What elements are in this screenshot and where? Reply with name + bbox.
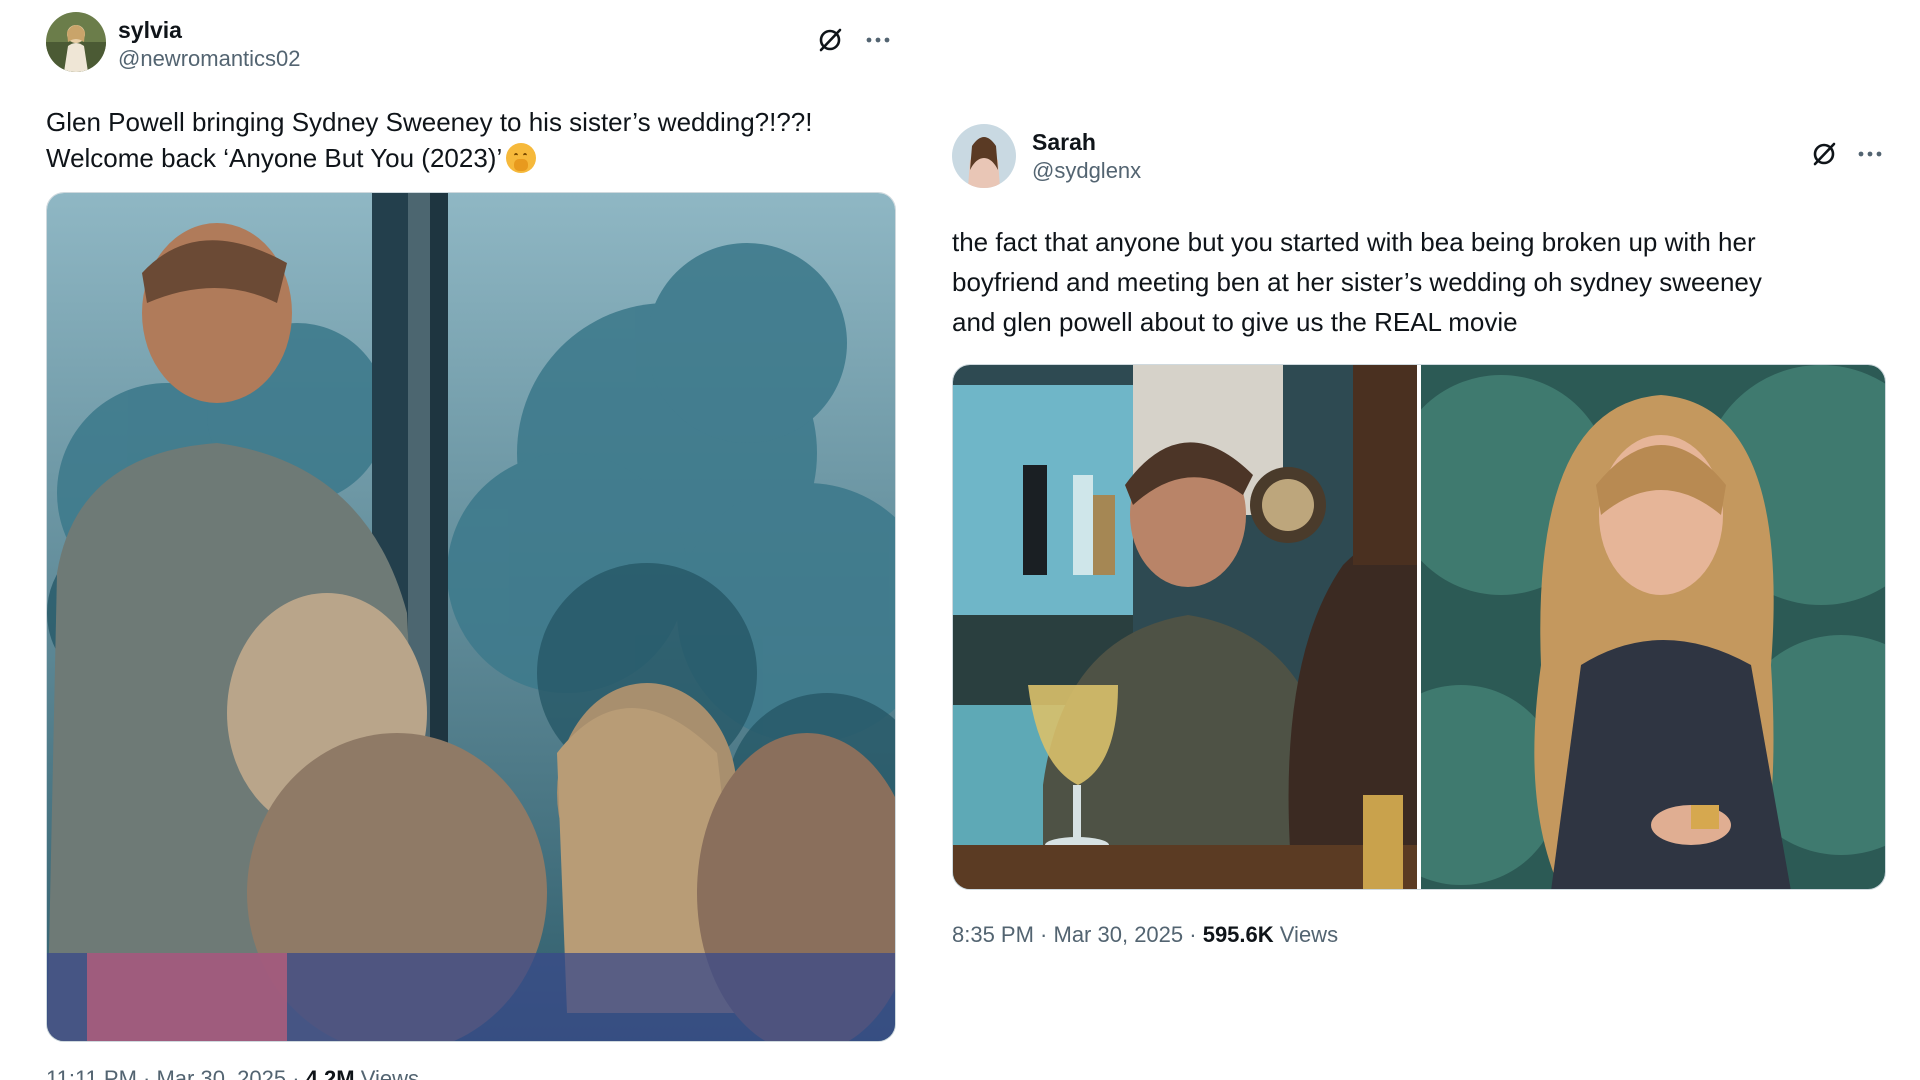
tweet-header: Sarah @sydglenx: [952, 124, 1890, 188]
tweet-header: sylvia @newromantics02: [46, 12, 896, 76]
more-options-icon: [866, 37, 890, 43]
views-label: Views: [360, 1066, 420, 1080]
tweet-time[interactable]: 8:35 PM: [952, 922, 1034, 947]
meta-separator: ·: [1033, 922, 1054, 947]
grok-icon: [1813, 142, 1836, 166]
tweet-text: Glen Powell bringing Sydney Sweeney to h…: [46, 104, 896, 176]
tweet-time[interactable]: 11:11 PM: [46, 1066, 137, 1080]
user-handle[interactable]: @sydglenx: [1032, 156, 1141, 186]
display-name[interactable]: sylvia: [118, 16, 301, 44]
tweet-card-sarah: Sarah @sydglenx the fact that anyone but…: [952, 124, 1890, 947]
more-options-button[interactable]: [1852, 138, 1888, 170]
user-handle[interactable]: @newromantics02: [118, 44, 301, 74]
tweet-text: the fact that anyone but you started wit…: [952, 227, 1762, 337]
more-options-button[interactable]: [860, 24, 896, 56]
meta-separator: ·: [286, 1066, 306, 1080]
author-names: sylvia @newromantics02: [118, 16, 301, 74]
tweet-text-body: Glen Powell bringing Sydney Sweeney to h…: [46, 107, 813, 173]
author-names: Sarah @sydglenx: [1032, 128, 1141, 186]
tweet-card-sylvia: sylvia @newromantics02 Glen Powell bring…: [46, 12, 896, 1080]
tweet-photo-right[interactable]: [1421, 365, 1885, 889]
tweet-photo-left[interactable]: [953, 365, 1417, 889]
grok-button[interactable]: [1808, 138, 1840, 170]
display-name[interactable]: Sarah: [1032, 128, 1141, 156]
views-count: 4.2M: [305, 1066, 355, 1080]
views-label: Views: [1279, 922, 1339, 947]
tweet-meta: 11:11 PM · Mar 30, 2025 · 4.2M Views: [46, 1064, 896, 1080]
avatar[interactable]: [46, 12, 106, 72]
grok-button[interactable]: [814, 24, 846, 56]
meta-separator: ·: [136, 1066, 157, 1080]
tweet-photo[interactable]: [46, 192, 896, 1042]
meta-separator: ·: [1183, 922, 1203, 947]
tweet-date[interactable]: Mar 30, 2025: [1054, 922, 1184, 947]
grok-icon: [819, 28, 842, 52]
more-options-icon: [1858, 151, 1882, 157]
face-with-hand-over-mouth-icon: [506, 143, 537, 173]
views-count: 595.6K: [1202, 922, 1274, 947]
avatar[interactable]: [952, 124, 1016, 188]
tweet-photo-grid: [952, 364, 1886, 890]
tweet-date[interactable]: Mar 30, 2025: [156, 1066, 286, 1080]
tweet-meta: 8:35 PM · Mar 30, 2025 · 595.6K Views: [952, 920, 1890, 950]
